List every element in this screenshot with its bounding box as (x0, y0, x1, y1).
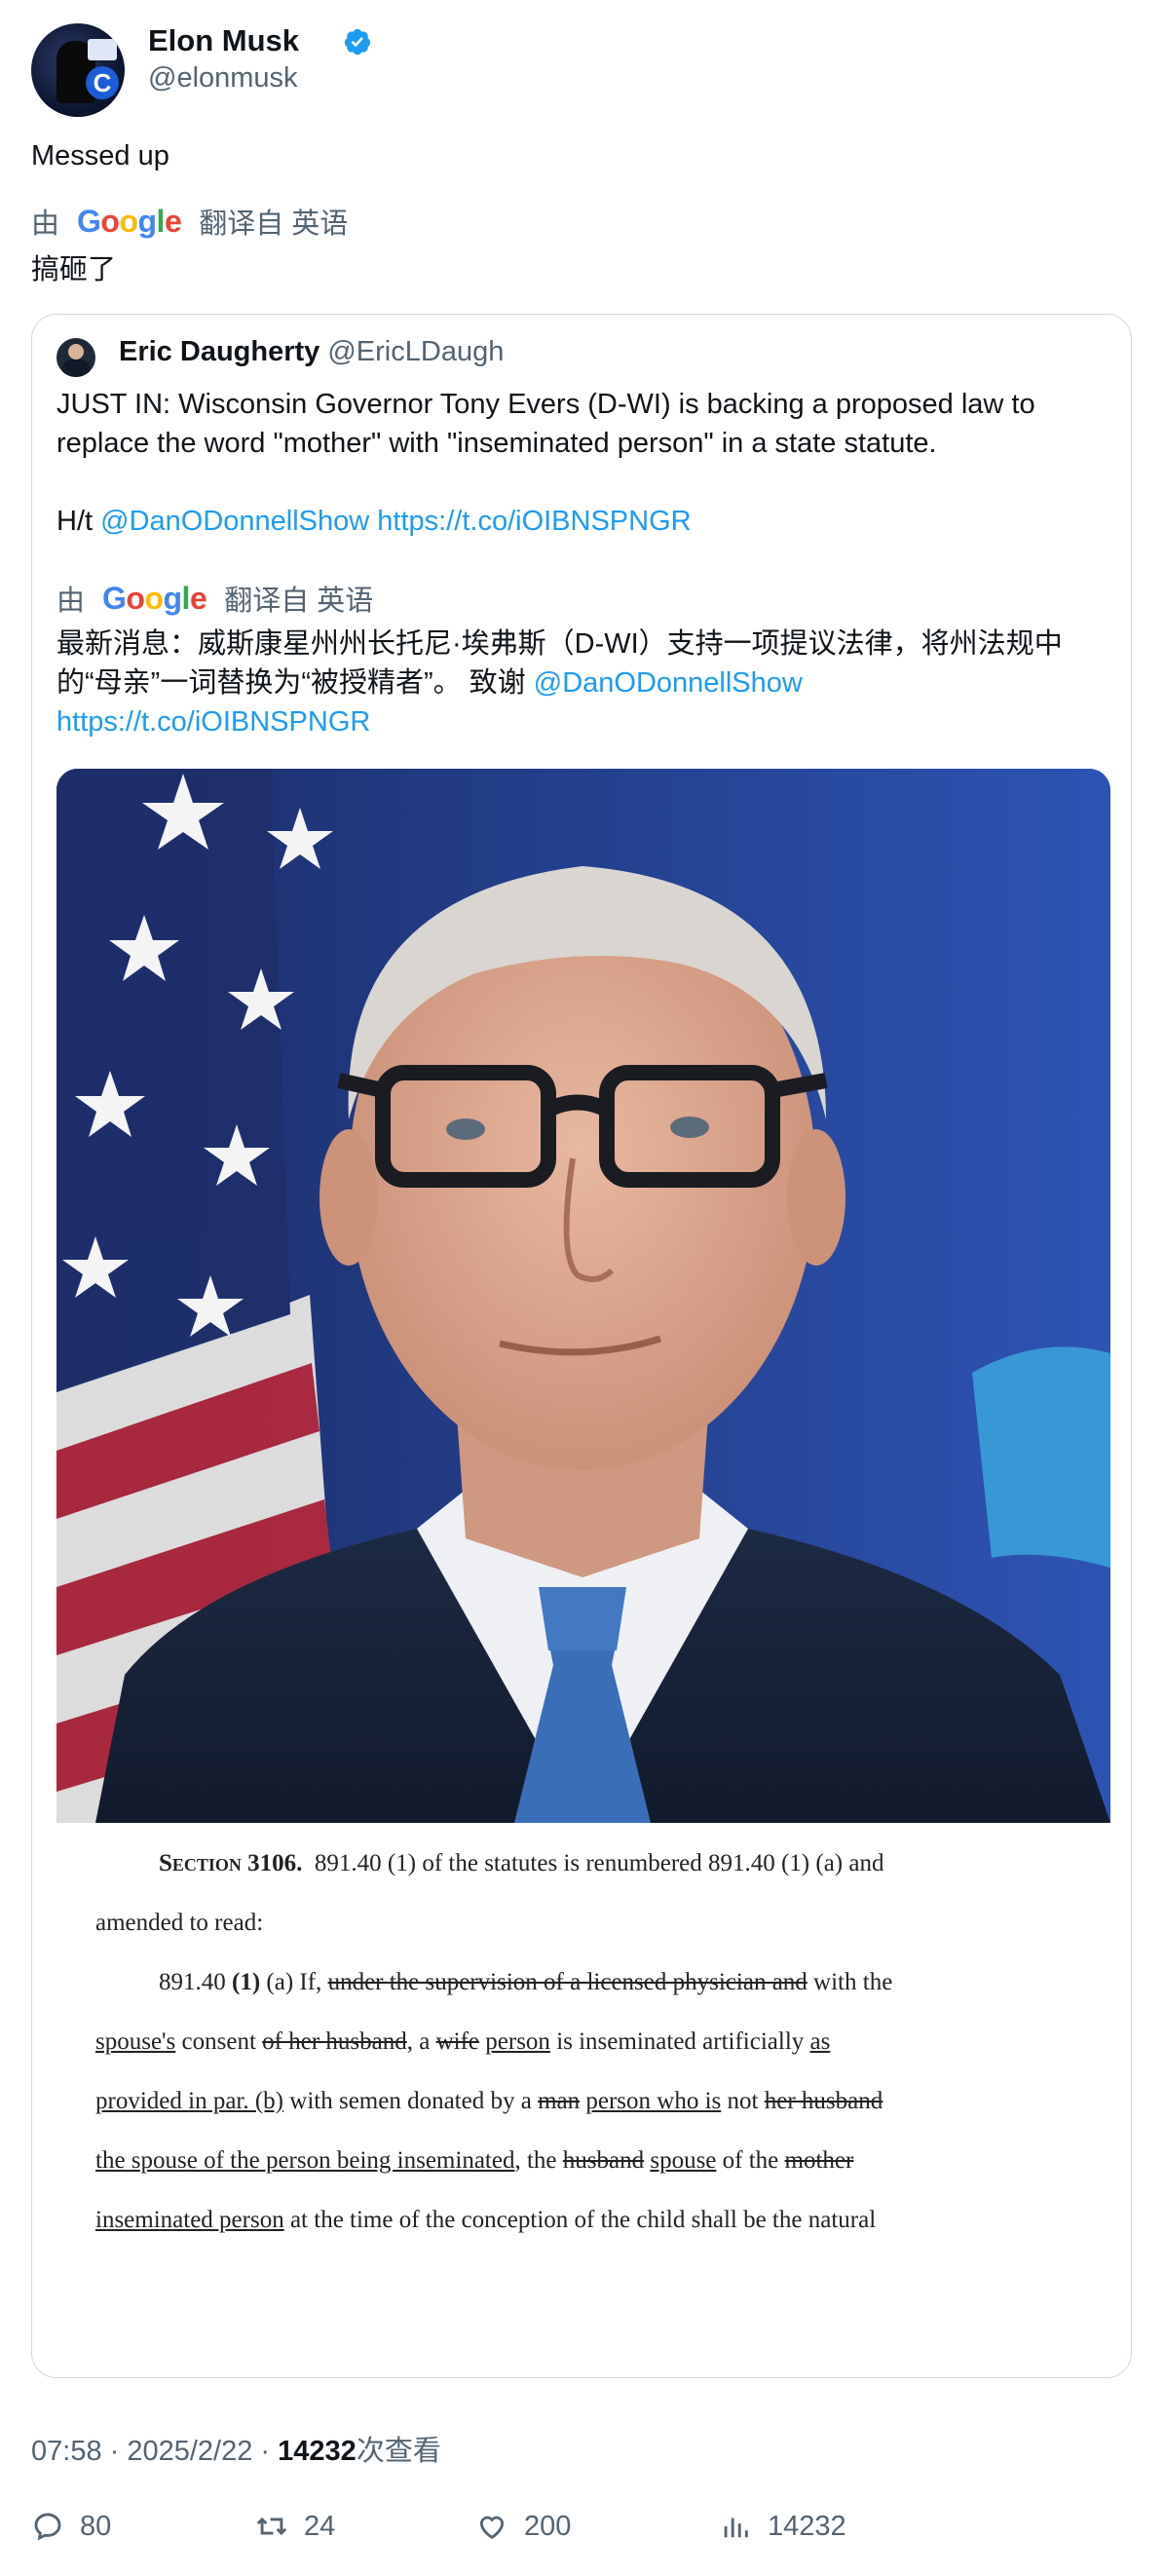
doc-text: with semen donated by a (289, 2088, 532, 2114)
portrait-illustration (56, 769, 1110, 1823)
doc-line: 891.40 (1) (a) If, under the supervision… (159, 1969, 1097, 1996)
views-chart-icon (724, 2518, 748, 2538)
avatar-logo: C (86, 66, 119, 99)
repost-button[interactable]: 24 (255, 2510, 335, 2543)
translated-mention-link[interactable]: @DanODonnellShow (534, 667, 803, 699)
avatar-sign (88, 39, 117, 60)
doc-text: , a (406, 2028, 431, 2055)
doc-text: 891.40 (159, 1969, 226, 1995)
doc-line: provided in par. (b) with semen donated … (95, 2088, 1097, 2115)
like-count: 200 (524, 2510, 572, 2542)
reply-button[interactable]: 80 (31, 2510, 111, 2543)
translate-by: 由 (31, 208, 60, 240)
tweet-date[interactable]: 2025/2/22 (127, 2436, 252, 2467)
doc-inserted-text: inseminated person (95, 2207, 284, 2233)
quoted-translation-attribution: 由 Google 翻译自 英语 (56, 578, 373, 619)
doc-text: (1) (232, 1969, 261, 1995)
like-button[interactable]: 200 (475, 2510, 571, 2543)
heart-icon (479, 2516, 505, 2539)
doc-text: at the time of the conception of the chi… (289, 2207, 877, 2233)
view-count: 14232 (278, 2436, 357, 2467)
tweet-meta: 07:58 · 2025/2/22 · 14232次查看 (31, 2436, 441, 2467)
author-name[interactable]: Elon Musk (148, 23, 299, 58)
tweet-header: C Elon Musk @elonmusk (31, 23, 1132, 121)
portrait-photo[interactable] (56, 769, 1110, 1823)
doc-struck-text: wife (435, 2028, 480, 2055)
action-bar: 80 24 200 14232 (31, 2510, 1132, 2553)
mention-link[interactable]: @DanODonnellShow (100, 506, 369, 537)
doc-inserted-text: provided in par. (b) (95, 2088, 284, 2114)
url-link[interactable]: https://t.co/iOIBNSPNGR (377, 506, 691, 537)
views-count: 14232 (768, 2510, 846, 2542)
translation-attribution: 由 Google 翻译自 英语 (31, 201, 348, 242)
doc-inserted-text: person who is (585, 2088, 722, 2114)
doc-struck-text: husband (562, 2147, 645, 2174)
repost-count: 24 (304, 2510, 336, 2542)
author-handle[interactable]: @elonmusk (148, 62, 298, 95)
verified-badge-icon (344, 28, 371, 56)
reply-icon (34, 2513, 61, 2541)
doc-text: , the (514, 2147, 557, 2174)
quoted-tweet[interactable]: Eric Daugherty @EricLDaugh JUST IN: Wisc… (31, 314, 1132, 2378)
doc-text: (a) If, (266, 1969, 322, 1995)
doc-text: consent (181, 2028, 256, 2055)
doc-line: spouse's consent of her husband, a wife … (95, 2028, 1097, 2056)
doc-section-label: Section 3106. (159, 1850, 303, 1876)
translated-text: 搞砸了 (31, 254, 117, 285)
translate-from[interactable]: 翻译自 英语 (224, 578, 373, 619)
doc-inserted-text: spouse (650, 2147, 717, 2174)
google-logo: Google (102, 580, 207, 616)
view-label: 次查看 (356, 2436, 441, 2467)
statute-document[interactable]: Section 3106. 891.40 (1) of the statutes… (56, 1823, 1110, 2354)
tweet-text: Messed up (31, 140, 169, 171)
doc-line: amended to read: (95, 1910, 1097, 1937)
doc-inserted-text: the spouse of the person being inseminat… (95, 2147, 515, 2174)
doc-struck-text: under the supervision of a licensed phys… (327, 1969, 808, 1995)
doc-text: 891.40 (1) of the statutes is renumbered… (314, 1850, 884, 1876)
quoted-author-name: Eric Daugherty (119, 336, 320, 367)
repost-icon (256, 2517, 287, 2536)
doc-inserted-text: spouse's (95, 2028, 176, 2055)
doc-line: the spouse of the person being inseminat… (95, 2147, 1097, 2175)
author-avatar[interactable]: C (31, 23, 125, 117)
doc-struck-text: man (538, 2088, 581, 2114)
doc-text: is inseminated artificially (556, 2028, 805, 2055)
ht-prefix: H/t (56, 506, 94, 537)
doc-line: Section 3106. 891.40 (1) of the statutes… (159, 1850, 1097, 1877)
doc-struck-text: of her husband (262, 2028, 407, 2055)
reply-count: 80 (80, 2510, 112, 2542)
google-logo: Google (77, 203, 182, 239)
quoted-author-handle: @EricLDaugh (327, 336, 505, 367)
translate-by: 由 (56, 586, 86, 617)
views-button[interactable]: 14232 (719, 2510, 846, 2543)
quoted-tweet-text: JUST IN: Wisconsin Governor Tony Evers (… (56, 385, 1109, 541)
doc-struck-text: mother (784, 2147, 854, 2174)
doc-text: of the (722, 2147, 779, 2174)
quoted-author[interactable]: Eric Daugherty @EricLDaugh (119, 336, 504, 368)
doc-text: not (727, 2088, 759, 2114)
quoted-author-avatar[interactable] (56, 338, 95, 377)
doc-line: inseminated person at the time of the co… (95, 2207, 1097, 2234)
tweet-time[interactable]: 07:58 (31, 2436, 102, 2467)
translated-url-link[interactable]: https://t.co/iOIBNSPNGR (56, 706, 370, 738)
doc-inserted-text: person (485, 2028, 550, 2055)
quoted-text-body: JUST IN: Wisconsin Governor Tony Evers (… (56, 389, 1035, 459)
doc-text: amended to read: (95, 1910, 264, 1936)
translate-from[interactable]: 翻译自 英语 (199, 201, 348, 242)
doc-inserted-text: as (809, 2028, 831, 2055)
quoted-translated-text: 最新消息：威斯康星州州长托尼·埃弗斯（D-WI）支持一项提议法律，将州法规中的“… (56, 625, 1109, 741)
doc-struck-text: her husband (764, 2088, 883, 2114)
doc-text: with the (813, 1969, 893, 1995)
quoted-credit-line: H/t @DanODonnellShow https://t.co/iOIBNS… (56, 502, 1109, 541)
